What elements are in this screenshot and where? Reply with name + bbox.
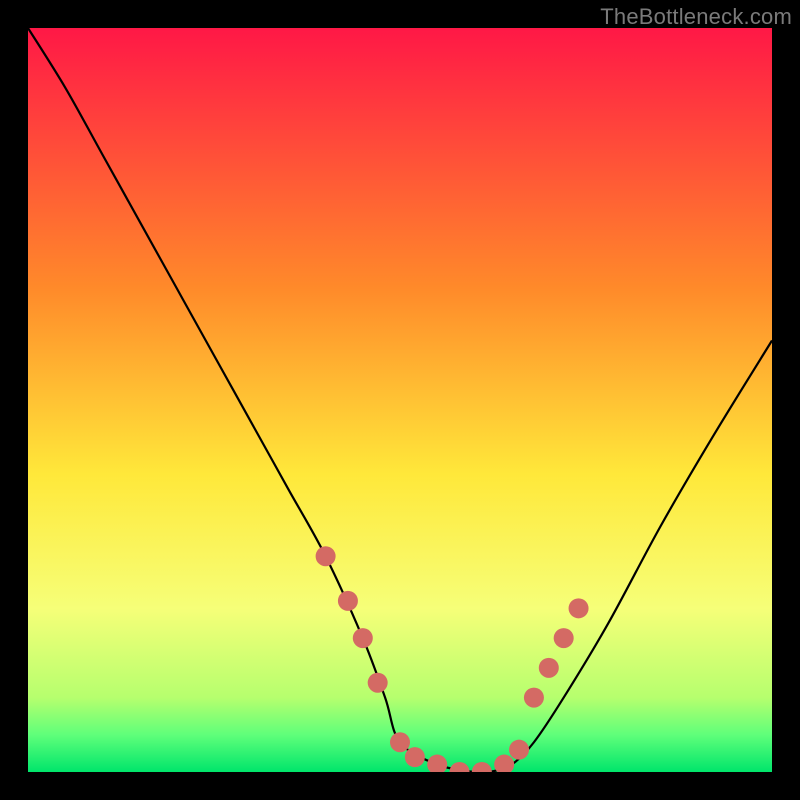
- watermark-text: TheBottleneck.com: [600, 4, 792, 30]
- chart-svg: [28, 28, 772, 772]
- marker-dot: [390, 732, 410, 752]
- marker-dot: [353, 628, 373, 648]
- plot-area: [28, 28, 772, 772]
- gradient-background: [28, 28, 772, 772]
- marker-dot: [509, 740, 529, 760]
- marker-dot: [338, 591, 358, 611]
- marker-dot: [524, 688, 544, 708]
- marker-dot: [316, 546, 336, 566]
- marker-dot: [405, 747, 425, 767]
- chart-frame: TheBottleneck.com: [0, 0, 800, 800]
- marker-dot: [368, 673, 388, 693]
- marker-dot: [569, 598, 589, 618]
- marker-dot: [554, 628, 574, 648]
- marker-dot: [539, 658, 559, 678]
